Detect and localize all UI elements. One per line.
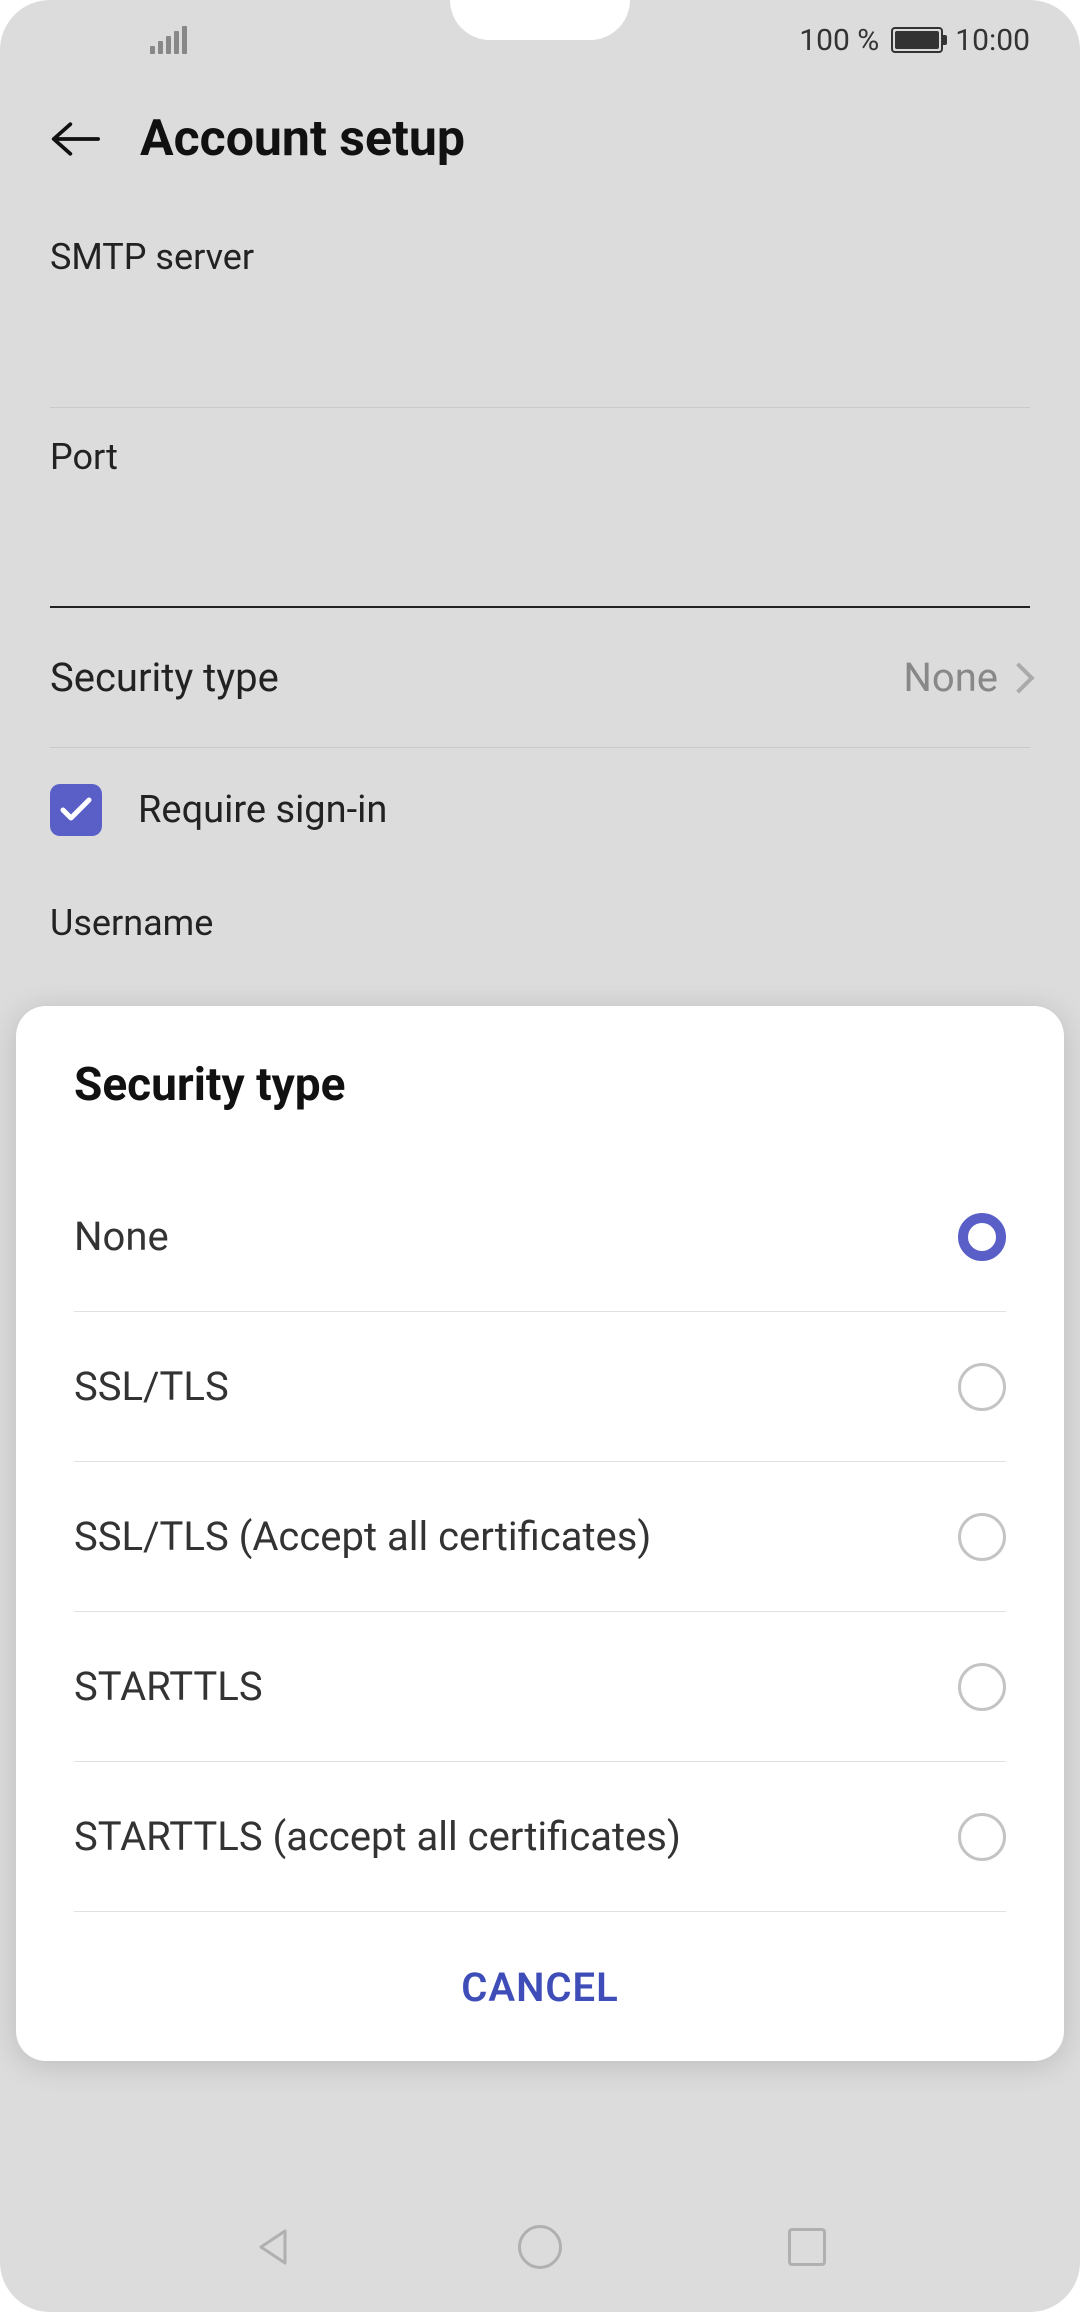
security-type-label: Security type <box>50 654 279 701</box>
battery-percentage: 100 % <box>799 23 879 58</box>
radio-button[interactable] <box>958 1813 1006 1861</box>
back-button[interactable] <box>50 114 100 164</box>
smtp-server-label: SMTP server <box>50 236 1030 278</box>
page-title: Account setup <box>140 110 465 168</box>
arrow-left-icon <box>50 119 100 159</box>
app-bar: Account setup <box>0 80 1080 208</box>
battery-icon <box>891 27 943 53</box>
require-signin-label: Require sign-in <box>138 788 387 832</box>
option-starttls-accept-all[interactable]: STARTTLS (accept all certificates) <box>74 1762 1006 1912</box>
port-field[interactable]: Port <box>50 408 1030 608</box>
smtp-server-field[interactable]: SMTP server <box>50 208 1030 408</box>
option-label: SSL/TLS (Accept all certificates) <box>74 1513 651 1560</box>
radio-button[interactable] <box>958 1363 1006 1411</box>
dialog-title: Security type <box>16 1058 1064 1162</box>
status-time: 10:00 <box>955 23 1030 58</box>
circle-icon <box>518 2225 562 2269</box>
check-icon <box>59 796 93 824</box>
radio-button[interactable] <box>958 1213 1006 1261</box>
option-ssl-tls[interactable]: SSL/TLS <box>74 1312 1006 1462</box>
port-label: Port <box>50 436 1030 478</box>
option-none[interactable]: None <box>74 1162 1006 1312</box>
navigation-bar <box>0 2182 1080 2312</box>
security-type-row[interactable]: Security type None <box>50 608 1030 748</box>
square-icon <box>788 2228 826 2266</box>
security-type-value: None <box>903 654 998 701</box>
radio-button[interactable] <box>958 1513 1006 1561</box>
security-type-dialog: Security type None SSL/TLS SSL/TLS (Acce… <box>16 1006 1064 2061</box>
nav-recent-button[interactable] <box>782 2222 832 2272</box>
triangle-left-icon <box>251 2225 295 2269</box>
display-notch <box>450 0 630 40</box>
option-label: STARTTLS (accept all certificates) <box>74 1813 681 1860</box>
radio-button[interactable] <box>958 1663 1006 1711</box>
username-label: Username <box>50 872 1030 944</box>
option-starttls[interactable]: STARTTLS <box>74 1612 1006 1762</box>
nav-back-button[interactable] <box>248 2222 298 2272</box>
option-ssl-tls-accept-all[interactable]: SSL/TLS (Accept all certificates) <box>74 1462 1006 1612</box>
nav-home-button[interactable] <box>515 2222 565 2272</box>
chevron-right-icon <box>1003 662 1034 693</box>
require-signin-row[interactable]: Require sign-in <box>50 748 1030 872</box>
require-signin-checkbox[interactable] <box>50 784 102 836</box>
signal-icon <box>150 26 187 54</box>
option-label: None <box>74 1213 169 1260</box>
option-label: STARTTLS <box>74 1663 263 1710</box>
cancel-button[interactable]: CANCEL <box>16 1912 1064 2031</box>
option-label: SSL/TLS <box>74 1363 229 1410</box>
